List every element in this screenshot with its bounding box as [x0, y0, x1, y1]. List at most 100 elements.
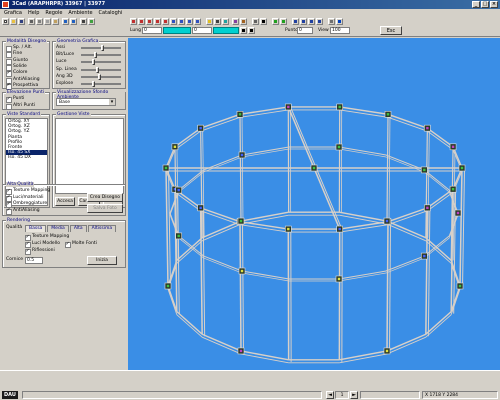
- slider-thumb[interactable]: [95, 66, 99, 73]
- copy-icon[interactable]: [44, 18, 51, 25]
- grid-icon[interactable]: [80, 18, 87, 25]
- geometria-slider-0[interactable]: [81, 45, 121, 51]
- view-input[interactable]: 100: [330, 27, 350, 34]
- view-side-icon[interactable]: [308, 18, 315, 25]
- check-render-0[interactable]: Texture Mapping: [25, 234, 69, 241]
- alt-input[interactable]: 0: [192, 27, 212, 34]
- menu-item-grafica[interactable]: Grafica: [4, 9, 22, 17]
- geometria-slider-3[interactable]: [81, 66, 121, 73]
- slider-thumb[interactable]: [92, 59, 96, 66]
- arrow-left-icon[interactable]: [240, 27, 247, 34]
- arc-icon[interactable]: [138, 18, 145, 25]
- check-render-3[interactable]: Riflessioni: [25, 248, 55, 255]
- page-prev-button[interactable]: ◄: [326, 391, 334, 399]
- truss-column: [242, 223, 244, 353]
- crea-disegno-button[interactable]: Crea Disegno: [87, 193, 123, 202]
- elevazione-title: Elevazione Punti: [6, 90, 46, 95]
- page-next-button[interactable]: ►: [350, 391, 358, 399]
- check-modalita-1[interactable]: Fine: [6, 51, 22, 59]
- check-punti[interactable]: Punti: [6, 96, 24, 103]
- measure-icon[interactable]: [252, 18, 259, 25]
- qualita-tab[interactable]: Bassa: [25, 225, 47, 232]
- truss-joint-marker: [166, 284, 170, 288]
- check-modalita-5[interactable]: AntiAliasing: [6, 77, 40, 84]
- text-icon[interactable]: [260, 18, 267, 25]
- maximize-icon[interactable]: □: [481, 1, 489, 8]
- cut-icon[interactable]: [36, 18, 43, 25]
- menu-item-regole[interactable]: Regole: [45, 9, 62, 17]
- arrow-right-icon[interactable]: [248, 27, 255, 34]
- help-icon[interactable]: [336, 18, 343, 25]
- ortho-icon[interactable]: [280, 18, 287, 25]
- mirror-icon[interactable]: [194, 18, 201, 25]
- rectangle-icon[interactable]: [154, 18, 161, 25]
- menu-item-ambiente[interactable]: Ambiente: [68, 9, 92, 17]
- undo-icon[interactable]: [62, 18, 69, 25]
- close-icon[interactable]: ×: [490, 1, 498, 8]
- save-icon[interactable]: [18, 18, 25, 25]
- punto-input[interactable]: 0: [297, 27, 313, 34]
- open-folder-icon[interactable]: [10, 18, 17, 25]
- rotate-icon[interactable]: [178, 18, 185, 25]
- qualita-tab[interactable]: Altissima: [87, 225, 117, 232]
- cornice-input[interactable]: 0.5: [25, 257, 43, 264]
- circle-icon[interactable]: [146, 18, 153, 25]
- check-render-2[interactable]: Molte Fonti: [65, 241, 97, 248]
- slider-thumb[interactable]: [101, 45, 105, 51]
- truss-joint-marker: [287, 227, 290, 231]
- slider-thumb[interactable]: [93, 52, 97, 59]
- slider-thumb[interactable]: [92, 81, 96, 87]
- qualita-tab[interactable]: Alta: [69, 225, 87, 232]
- new-file-icon[interactable]: [2, 18, 9, 25]
- geometria-slider-1[interactable]: [81, 52, 121, 59]
- scale-icon[interactable]: [186, 18, 193, 25]
- slider-thumb[interactable]: [97, 73, 101, 80]
- geometria-slider-5[interactable]: [81, 81, 121, 87]
- polygon-icon[interactable]: [162, 18, 169, 25]
- check-altri-punti[interactable]: Altri Punti: [6, 103, 35, 110]
- gestione-listbox[interactable]: [55, 118, 124, 194]
- geometria-slider-4[interactable]: [81, 73, 121, 80]
- print-icon[interactable]: [28, 18, 35, 25]
- render-icon[interactable]: [222, 18, 229, 25]
- check-modalita-label: Prospettiva: [13, 82, 39, 88]
- geometria-slider-2[interactable]: [81, 59, 121, 66]
- view-front-icon[interactable]: [300, 18, 307, 25]
- viste-list-item[interactable]: Iso. 45 DX: [6, 155, 47, 160]
- inizia-button[interactable]: Inizia: [87, 256, 117, 265]
- move-icon[interactable]: [170, 18, 177, 25]
- sfondo-select[interactable]: Base: [56, 98, 116, 106]
- check-alta-0[interactable]: Texture Mapping: [6, 188, 50, 195]
- truss-joint-marker: [423, 168, 426, 172]
- check-modalita-6[interactable]: Prospettiva: [6, 82, 39, 90]
- lung-input[interactable]: 0: [142, 27, 162, 34]
- 3d-viewport[interactable]: [128, 38, 500, 370]
- check-alta-3[interactable]: AntiAliasing: [6, 207, 40, 215]
- check-modalita-2[interactable]: Giunto: [6, 58, 28, 65]
- menu-item-cataloghi[interactable]: Cataloghi: [99, 9, 123, 17]
- settings-icon[interactable]: [328, 18, 335, 25]
- redo-icon[interactable]: [70, 18, 77, 25]
- line-icon[interactable]: [130, 18, 137, 25]
- view-iso-icon[interactable]: [316, 18, 323, 25]
- light-icon[interactable]: [206, 18, 213, 25]
- truss-ring: [241, 148, 290, 158]
- material-icon[interactable]: [240, 18, 247, 25]
- menu-item-help[interactable]: Help: [28, 9, 39, 17]
- check-alta-label: AntiAliasing: [13, 207, 40, 213]
- check-modalita-4[interactable]: Colore: [6, 70, 27, 78]
- truss-ring: [201, 223, 242, 242]
- qualita-tab[interactable]: Media: [47, 225, 69, 232]
- view-top-icon[interactable]: [292, 18, 299, 25]
- check-alta-2[interactable]: Ombreggiature: [6, 201, 47, 208]
- paste-icon[interactable]: [52, 18, 59, 25]
- layer-icon[interactable]: [232, 18, 239, 25]
- esc-button[interactable]: Esc: [380, 26, 402, 35]
- snap-icon[interactable]: [272, 18, 279, 25]
- camera-icon[interactable]: [214, 18, 221, 25]
- check-render-1[interactable]: Luci Modello: [25, 241, 60, 248]
- minimize-icon[interactable]: _: [472, 1, 480, 8]
- check-alta-1[interactable]: Luci/materiali: [6, 194, 44, 202]
- salva-foto-button[interactable]: Salva Foto: [87, 204, 123, 213]
- zoom-icon[interactable]: [88, 18, 95, 25]
